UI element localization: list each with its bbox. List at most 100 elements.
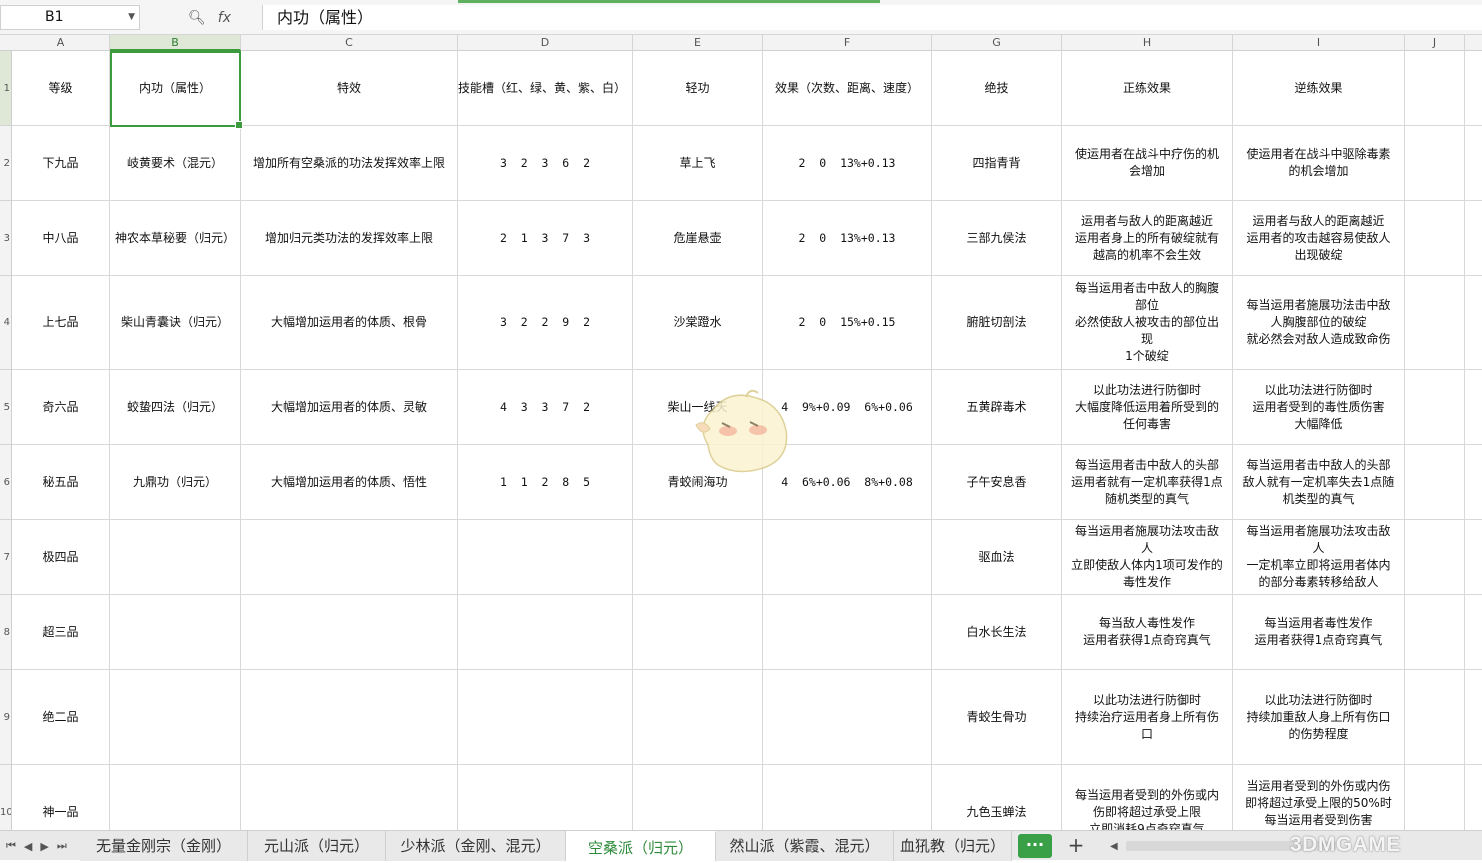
row-header-1[interactable]: 1 [0, 51, 11, 126]
cell-i1[interactable]: 逆练效果 [1233, 51, 1405, 125]
cell-b2[interactable]: 岐黄要术（混元） [110, 126, 241, 200]
cell-c10[interactable] [241, 765, 458, 830]
cell-g5[interactable]: 五黄辟毒术 [932, 370, 1062, 444]
column-header-d[interactable]: D [458, 35, 633, 51]
cell-g8[interactable]: 白水长生法 [932, 595, 1062, 669]
cell-a10[interactable]: 神一品 [12, 765, 110, 830]
cell-b7[interactable] [110, 520, 241, 594]
sheet-tab[interactable]: 无量金刚宗（金刚） [80, 831, 248, 861]
cell-c2[interactable]: 增加所有空桑派的功法发挥效率上限 [241, 126, 458, 200]
cell-c5[interactable]: 大幅增加运用者的体质、灵敏 [241, 370, 458, 444]
cell-a8[interactable]: 超三品 [12, 595, 110, 669]
cell-a9[interactable]: 绝二品 [12, 670, 110, 764]
cell-i9[interactable]: 以此功法进行防御时 持续加重敌人身上所有伤口 的伤势程度 [1233, 670, 1405, 764]
cell-h9[interactable]: 以此功法进行防御时 持续治疗运用者身上所有伤 口 [1062, 670, 1233, 764]
cell-b9[interactable] [110, 670, 241, 764]
cell-a3[interactable]: 中八品 [12, 201, 110, 275]
cell-i6[interactable]: 每当运用者击中敌人的头部 敌人就有一定机率失去1点随 机类型的真气 [1233, 445, 1405, 519]
cell-e3[interactable]: 危崖悬壶 [633, 201, 763, 275]
row-header-5[interactable]: 5 [0, 370, 11, 445]
cell-f7[interactable] [763, 520, 932, 594]
row-header-7[interactable]: 7 [0, 520, 11, 595]
cell-b6[interactable]: 九鼎功（归元） [110, 445, 241, 519]
column-header-g[interactable]: G [932, 35, 1062, 51]
column-header-f[interactable]: F [763, 35, 932, 51]
cell-h7[interactable]: 每当运用者施展功法攻击敌 人 立即使敌人体内1项可发作的 毒性发作 [1062, 520, 1233, 594]
cell-e1[interactable]: 轻功 [633, 51, 763, 125]
cell-c4[interactable]: 大幅增加运用者的体质、根骨 [241, 276, 458, 369]
cell-h6[interactable]: 每当运用者击中敌人的头部 运用者就有一定机率获得1点 随机类型的真气 [1062, 445, 1233, 519]
sheet-tab[interactable]: 血犼教（归元） [894, 831, 1012, 861]
sheet-tab[interactable]: 然山派（紫霞、混元） [716, 831, 894, 861]
column-header-i[interactable]: I [1233, 35, 1405, 51]
cell-j6[interactable] [1405, 445, 1465, 519]
sheet-tab[interactable]: 空桑派（归元） [566, 831, 716, 861]
cell-g9[interactable]: 青蛟生骨功 [932, 670, 1062, 764]
formula-input[interactable]: 内功（属性） [262, 5, 1482, 30]
cell-e7[interactable] [633, 520, 763, 594]
row-header-8[interactable]: 8 [0, 595, 11, 670]
sheet-tab[interactable]: 元山派（归元） [248, 831, 386, 861]
cell-d1[interactable]: 技能槽（红、绿、黄、紫、白） [458, 51, 633, 125]
cell-c7[interactable] [241, 520, 458, 594]
column-header-j[interactable]: J [1405, 35, 1465, 51]
cell-i5[interactable]: 以此功法进行防御时 运用者受到的毒性质伤害 大幅降低 [1233, 370, 1405, 444]
cell-j2[interactable] [1405, 126, 1465, 200]
cell-a6[interactable]: 秘五品 [12, 445, 110, 519]
cell-j10[interactable] [1405, 765, 1465, 830]
cell-i3[interactable]: 运用者与敌人的距离越近 运用者的攻击越容易使敌人 出现破绽 [1233, 201, 1405, 275]
row-header-2[interactable]: 2 [0, 126, 11, 201]
cell-g6[interactable]: 子午安息香 [932, 445, 1062, 519]
next-sheet-icon[interactable]: ▶ [40, 840, 48, 853]
cell-h5[interactable]: 以此功法进行防御时 大幅度降低运用着所受到的 任何毒害 [1062, 370, 1233, 444]
cell-d3[interactable]: 2 1 3 7 3 [458, 201, 633, 275]
column-header-c[interactable]: C [241, 35, 458, 51]
cell-j1[interactable] [1405, 51, 1465, 125]
cell-b8[interactable] [110, 595, 241, 669]
row-header-3[interactable]: 3 [0, 201, 11, 276]
cell-b4[interactable]: 柴山青囊诀（归元） [110, 276, 241, 369]
cell-f10[interactable] [763, 765, 932, 830]
cell-f3[interactable]: 2 0 13%+0.13 [763, 201, 932, 275]
cell-d8[interactable] [458, 595, 633, 669]
cell-c6[interactable]: 大幅增加运用者的体质、悟性 [241, 445, 458, 519]
cell-i8[interactable]: 每当运用者毒性发作 运用者获得1点奇窍真气 [1233, 595, 1405, 669]
cell-g4[interactable]: 腑脏切剖法 [932, 276, 1062, 369]
cell-i10[interactable]: 当运用者受到的外伤或内伤 即将超过承受上限的50%时 每当运用者受到伤害 就会消… [1233, 765, 1405, 830]
first-sheet-icon[interactable]: ⏮ [6, 839, 16, 853]
cell-f2[interactable]: 2 0 13%+0.13 [763, 126, 932, 200]
cell-a5[interactable]: 奇六品 [12, 370, 110, 444]
cell-g7[interactable]: 驱血法 [932, 520, 1062, 594]
cell-h3[interactable]: 运用者与敌人的距离越近 运用者身上的所有破绽就有 越高的机率不会生效 [1062, 201, 1233, 275]
cell-b10[interactable] [110, 765, 241, 830]
cell-j3[interactable] [1405, 201, 1465, 275]
cell-e2[interactable]: 草上飞 [633, 126, 763, 200]
cell-b5[interactable]: 蛟蛰四法（归元） [110, 370, 241, 444]
cell-d7[interactable] [458, 520, 633, 594]
cell-j9[interactable] [1405, 670, 1465, 764]
cell-h4[interactable]: 每当运用者击中敌人的胸腹 部位 必然使敌人被攻击的部位出 现 1个破绽 [1062, 276, 1233, 369]
cell-f8[interactable] [763, 595, 932, 669]
cell-c1[interactable]: 特效 [241, 51, 458, 125]
cell-d10[interactable] [458, 765, 633, 830]
more-sheets-button[interactable]: ··· [1018, 834, 1052, 858]
cell-a2[interactable]: 下九品 [12, 126, 110, 200]
cell-i7[interactable]: 每当运用者施展功法攻击敌 人 一定机率立即将运用者体内 的部分毒素转移给敌人 [1233, 520, 1405, 594]
last-sheet-icon[interactable]: ⏭ [57, 839, 67, 853]
prev-sheet-icon[interactable]: ◀ [24, 840, 32, 853]
cell-f4[interactable]: 2 0 15%+0.15 [763, 276, 932, 369]
cell-f1[interactable]: 效果（次数、距离、速度） [763, 51, 932, 125]
row-header-4[interactable]: 4 [0, 276, 11, 370]
cell-i2[interactable]: 使运用者在战斗中驱除毒素 的机会增加 [1233, 126, 1405, 200]
column-header-b[interactable]: B [110, 35, 241, 51]
cell-f9[interactable] [763, 670, 932, 764]
cell-e9[interactable] [633, 670, 763, 764]
column-header-a[interactable]: A [12, 35, 110, 51]
cell-c3[interactable]: 增加归元类功法的发挥效率上限 [241, 201, 458, 275]
row-header-10[interactable]: 10 [0, 765, 11, 830]
fx-icon[interactable]: fx [218, 10, 231, 26]
cell-a4[interactable]: 上七品 [12, 276, 110, 369]
cell-d4[interactable]: 3 2 2 9 2 [458, 276, 633, 369]
cell-c9[interactable] [241, 670, 458, 764]
cell-h1[interactable]: 正练效果 [1062, 51, 1233, 125]
